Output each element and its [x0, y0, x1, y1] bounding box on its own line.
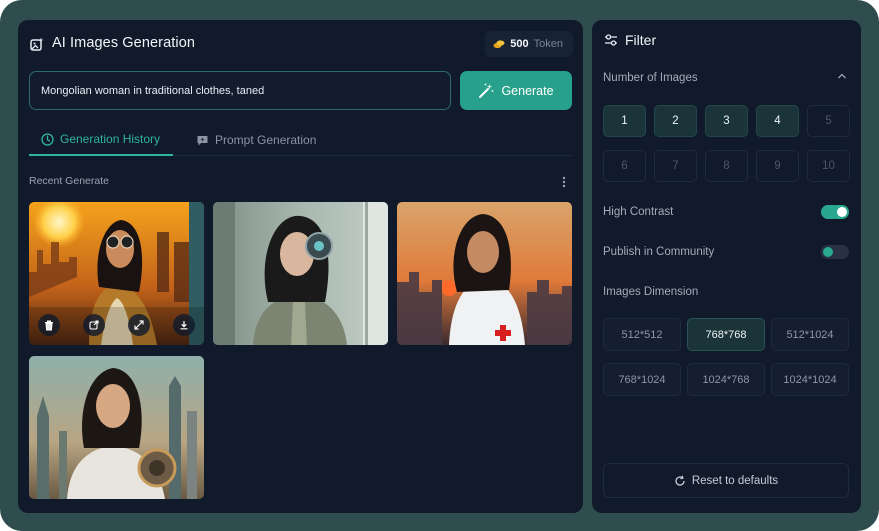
expand-icon	[134, 320, 144, 330]
high-contrast-label: High Contrast	[603, 206, 674, 218]
generated-image-2[interactable]	[213, 202, 388, 345]
app-frame: AI Images Generation 500 Token Generate	[0, 0, 879, 531]
count-option-6[interactable]: 6	[603, 150, 646, 182]
count-option-5[interactable]: 5	[807, 105, 850, 137]
count-option-7[interactable]: 7	[654, 150, 697, 182]
count-option-3[interactable]: 3	[705, 105, 748, 137]
reset-defaults-button[interactable]: Reset to defaults	[603, 463, 849, 498]
count-option-4[interactable]: 4	[756, 105, 799, 137]
token-balance: 500 Token	[485, 31, 573, 57]
toggle-knob	[837, 207, 847, 217]
count-option-9[interactable]: 9	[756, 150, 799, 182]
dimension-option-512x1024[interactable]: 512*1024	[771, 318, 849, 351]
history-tabs: Generation History Prompt Generation	[29, 124, 572, 156]
expand-image-button[interactable]	[128, 314, 150, 336]
image-generate-icon	[30, 37, 44, 51]
more-vertical-icon[interactable]	[559, 175, 569, 189]
recent-generate-label: Recent Generate	[29, 175, 109, 187]
count-option-2[interactable]: 2	[654, 105, 697, 137]
dimension-option-768x1024[interactable]: 768*1024	[603, 363, 681, 396]
reset-icon	[675, 475, 685, 486]
generate-button[interactable]: Generate	[460, 71, 572, 110]
reset-label: Reset to defaults	[691, 474, 779, 487]
token-count: 500	[510, 38, 529, 50]
history-icon	[41, 132, 54, 146]
dimension-option-1024x768[interactable]: 1024*768	[687, 363, 765, 396]
dimension-option-512x512[interactable]: 512*512	[603, 318, 681, 351]
coins-icon	[493, 40, 505, 49]
image-astronaut-woman	[29, 356, 204, 499]
publish-community-label: Publish in Community	[603, 246, 715, 258]
chat-sparkle-icon	[197, 135, 208, 145]
filter-sliders-icon	[605, 34, 617, 46]
high-contrast-toggle[interactable]	[821, 205, 849, 219]
filter-panel: Filter Number of Images 1 2 3 4 5 6 7 8 …	[592, 20, 861, 513]
generate-label: Generate	[501, 83, 554, 98]
tab-label: Generation History	[60, 132, 161, 146]
filter-title: Filter	[625, 32, 657, 48]
page-title: AI Images Generation	[52, 35, 196, 51]
token-unit: Token	[533, 38, 563, 50]
download-image-button[interactable]	[173, 314, 195, 336]
tab-prompt-generation[interactable]: Prompt Generation	[196, 124, 316, 156]
dimension-option-768x768[interactable]: 768*768	[687, 318, 765, 351]
publish-community-toggle[interactable]	[821, 245, 849, 259]
generation-panel: AI Images Generation 500 Token Generate	[18, 20, 583, 513]
count-option-8[interactable]: 8	[705, 150, 748, 182]
download-icon	[180, 321, 188, 330]
toggle-knob	[823, 247, 833, 257]
generated-image-3[interactable]	[397, 202, 572, 345]
magic-wand-icon	[479, 83, 494, 98]
image-headphones-woman	[213, 202, 388, 345]
share-icon	[89, 320, 99, 330]
generated-image-4[interactable]	[29, 356, 204, 499]
count-option-1[interactable]: 1	[603, 105, 646, 137]
number-of-images-label: Number of Images	[603, 72, 698, 84]
delete-image-button[interactable]	[38, 314, 60, 336]
prompt-input[interactable]	[29, 71, 451, 110]
generated-image-1[interactable]	[29, 202, 204, 345]
count-option-10[interactable]: 10	[807, 150, 850, 182]
tab-generation-history[interactable]: Generation History	[29, 124, 173, 156]
share-image-button[interactable]	[83, 314, 105, 336]
chevron-up-icon[interactable]	[837, 72, 847, 80]
dimension-option-1024x1024[interactable]: 1024*1024	[771, 363, 849, 396]
image-white-jacket-woman	[397, 202, 572, 345]
tab-label: Prompt Generation	[215, 133, 317, 147]
trash-icon	[45, 320, 53, 330]
images-dimension-label: Images Dimension	[603, 286, 699, 298]
